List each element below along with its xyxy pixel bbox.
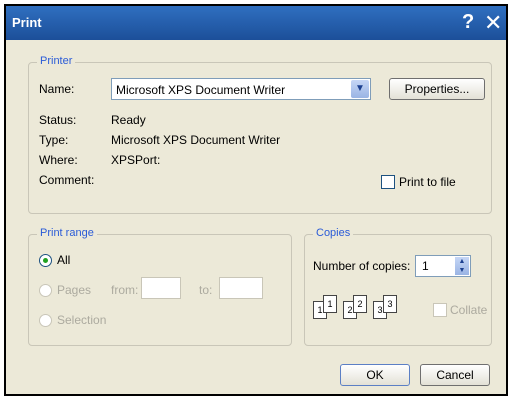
page-icon: 2 bbox=[353, 295, 367, 313]
page-icon: 1 bbox=[323, 295, 337, 313]
cancel-button[interactable]: Cancel bbox=[420, 364, 490, 386]
copies-group: Copies Number of copies: 1 ▲ ▼ 1 1 2 2 3 … bbox=[304, 227, 492, 346]
selection-label: Selection bbox=[57, 313, 107, 327]
all-radio[interactable] bbox=[39, 254, 52, 267]
type-label: Type: bbox=[39, 133, 69, 147]
print-to-file-checkbox[interactable] bbox=[381, 175, 395, 189]
window-title: Print bbox=[12, 15, 42, 30]
print-to-file-label: Print to file bbox=[399, 175, 456, 189]
title-bar: Print ? ✕ bbox=[6, 6, 506, 40]
properties-button[interactable]: Properties... bbox=[389, 78, 485, 100]
collate-checkbox[interactable] bbox=[433, 303, 447, 317]
spinner-arrows-icon[interactable]: ▲ ▼ bbox=[455, 257, 469, 275]
number-of-copies-label: Number of copies: bbox=[313, 259, 411, 273]
print-range-group: Print range All Pages from: to: Selectio… bbox=[28, 227, 292, 346]
selection-radio[interactable] bbox=[39, 314, 52, 327]
all-label: All bbox=[57, 253, 71, 267]
help-icon[interactable]: ? bbox=[462, 11, 474, 34]
chevron-down-icon[interactable]: ▼ bbox=[351, 80, 369, 98]
pages-label: Pages bbox=[57, 283, 92, 297]
page-icon: 3 bbox=[383, 295, 397, 313]
where-label: Where: bbox=[39, 153, 78, 167]
name-label: Name: bbox=[39, 82, 75, 96]
from-input[interactable] bbox=[141, 277, 181, 299]
from-label: from: bbox=[111, 283, 139, 297]
printer-name-select[interactable]: Microsoft XPS Document Writer ▼ bbox=[111, 78, 371, 100]
print-dialog: Print ? ✕ Printer Name: Microsoft XPS Do… bbox=[4, 4, 508, 396]
printer-name-value: Microsoft XPS Document Writer bbox=[116, 83, 286, 97]
printer-group: Printer Name: Microsoft XPS Document Wri… bbox=[28, 55, 492, 214]
comment-label: Comment: bbox=[39, 173, 95, 187]
printer-legend: Printer bbox=[37, 55, 76, 67]
type-value: Microsoft XPS Document Writer bbox=[111, 133, 281, 147]
ok-button[interactable]: OK bbox=[340, 364, 410, 386]
to-input[interactable] bbox=[219, 277, 263, 299]
print-range-legend: Print range bbox=[37, 227, 97, 239]
dialog-body: Printer Name: Microsoft XPS Document Wri… bbox=[6, 40, 506, 394]
status-value: Ready bbox=[111, 113, 146, 127]
number-of-copies-value: 1 bbox=[422, 259, 429, 273]
status-label: Status: bbox=[39, 113, 77, 127]
copies-legend: Copies bbox=[313, 227, 354, 239]
to-label: to: bbox=[199, 283, 213, 297]
number-of-copies-stepper[interactable]: 1 ▲ ▼ bbox=[415, 255, 471, 277]
collate-label: Collate bbox=[450, 303, 488, 317]
pages-radio[interactable] bbox=[39, 284, 52, 297]
close-icon[interactable]: ✕ bbox=[484, 10, 502, 36]
where-value: XPSPort: bbox=[111, 153, 161, 167]
